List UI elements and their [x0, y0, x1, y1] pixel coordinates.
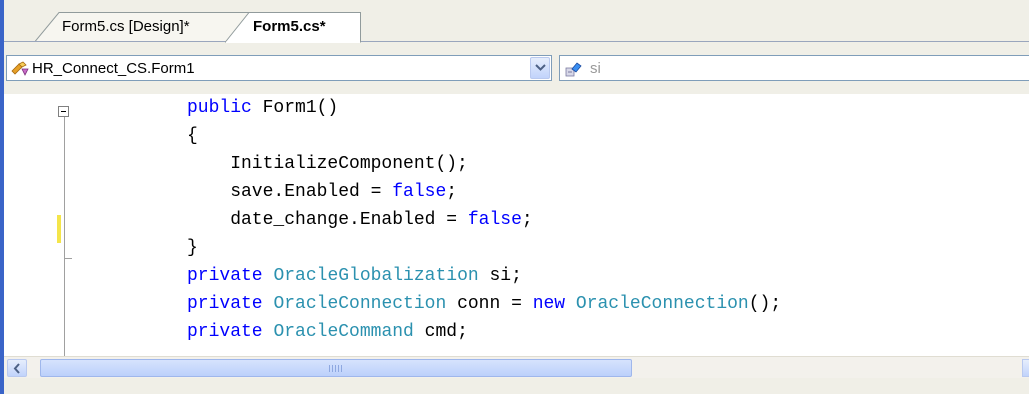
editor-gutter	[4, 94, 50, 356]
chevron-down-icon	[535, 64, 546, 71]
code-line[interactable]: {	[187, 122, 198, 150]
code-line[interactable]: InitializeComponent();	[187, 150, 468, 178]
members-dropdown[interactable]: si	[559, 55, 1029, 81]
tab-form5-code[interactable]: Form5.cs*	[225, 12, 361, 43]
outlining-line	[64, 114, 65, 356]
code-token: cmd;	[413, 322, 468, 342]
keyword-token: private	[187, 322, 263, 342]
code-token: ();	[748, 294, 782, 314]
scroll-right-button[interactable]	[1022, 359, 1029, 377]
tab-label: Form5.cs*	[253, 18, 326, 35]
code-token: si;	[478, 266, 522, 286]
class-icon	[11, 61, 29, 76]
types-dropdown-value: HR_Connect_CS.Form1	[32, 60, 195, 77]
tab-form5-design[interactable]: Form5.cs [Design]*	[35, 12, 250, 42]
code-token: Form1()	[251, 98, 339, 118]
code-token: InitializeComponent();	[187, 154, 468, 174]
code-token: }	[187, 238, 198, 258]
keyword-token: private	[187, 294, 263, 314]
code-line[interactable]: date_change.Enabled = false;	[187, 206, 533, 234]
field-icon	[565, 62, 582, 77]
scroll-thumb[interactable]	[40, 359, 632, 377]
navigation-bar: HR_Connect_CS.Form1 si	[4, 42, 1029, 94]
code-token: date_change.Enabled =	[187, 210, 468, 230]
changed-line-marker	[57, 215, 61, 243]
code-line[interactable]: public Form1()	[187, 94, 338, 122]
code-token: {	[187, 126, 198, 146]
keyword-token: public	[187, 98, 252, 118]
code-line[interactable]: private OracleCommand cmd;	[187, 318, 468, 346]
types-dropdown[interactable]: HR_Connect_CS.Form1	[6, 55, 552, 81]
tab-label: Form5.cs [Design]*	[62, 18, 190, 35]
document-tab-strip: Form5.cs [Design]* Form5.cs*	[0, 0, 1029, 43]
code-line[interactable]: private OracleConnection conn = new Orac…	[187, 290, 781, 318]
code-line[interactable]: }	[187, 234, 198, 262]
chevron-left-icon	[13, 363, 20, 374]
keyword-token: false	[467, 210, 522, 230]
keyword-token: false	[392, 182, 447, 202]
code-editor[interactable]: public Form1() { InitializeComponent(); s…	[4, 94, 1029, 356]
code-token: ;	[446, 182, 458, 202]
keyword-token: private	[187, 266, 263, 286]
scroll-left-button[interactable]	[7, 359, 27, 377]
collapse-icon[interactable]	[58, 106, 69, 117]
horizontal-scrollbar[interactable]	[4, 356, 1029, 378]
code-line[interactable]: private OracleGlobalization si;	[187, 262, 522, 290]
type-token: OracleGlobalization	[273, 266, 479, 286]
type-token: OracleCommand	[273, 322, 414, 342]
members-dropdown-value: si	[590, 60, 601, 77]
type-token: OracleConnection	[575, 294, 749, 314]
keyword-token: new	[532, 294, 566, 314]
grip-icon	[329, 365, 343, 372]
code-token: ;	[521, 210, 533, 230]
code-line[interactable]: save.Enabled = false;	[187, 178, 457, 206]
outlining-end-marker	[64, 258, 72, 259]
window-left-border	[0, 0, 4, 394]
types-dropdown-button[interactable]	[530, 57, 550, 79]
bottom-frame	[0, 378, 1029, 394]
type-token: OracleConnection	[273, 294, 447, 314]
code-token: conn =	[446, 294, 533, 314]
code-token: save.Enabled =	[187, 182, 393, 202]
